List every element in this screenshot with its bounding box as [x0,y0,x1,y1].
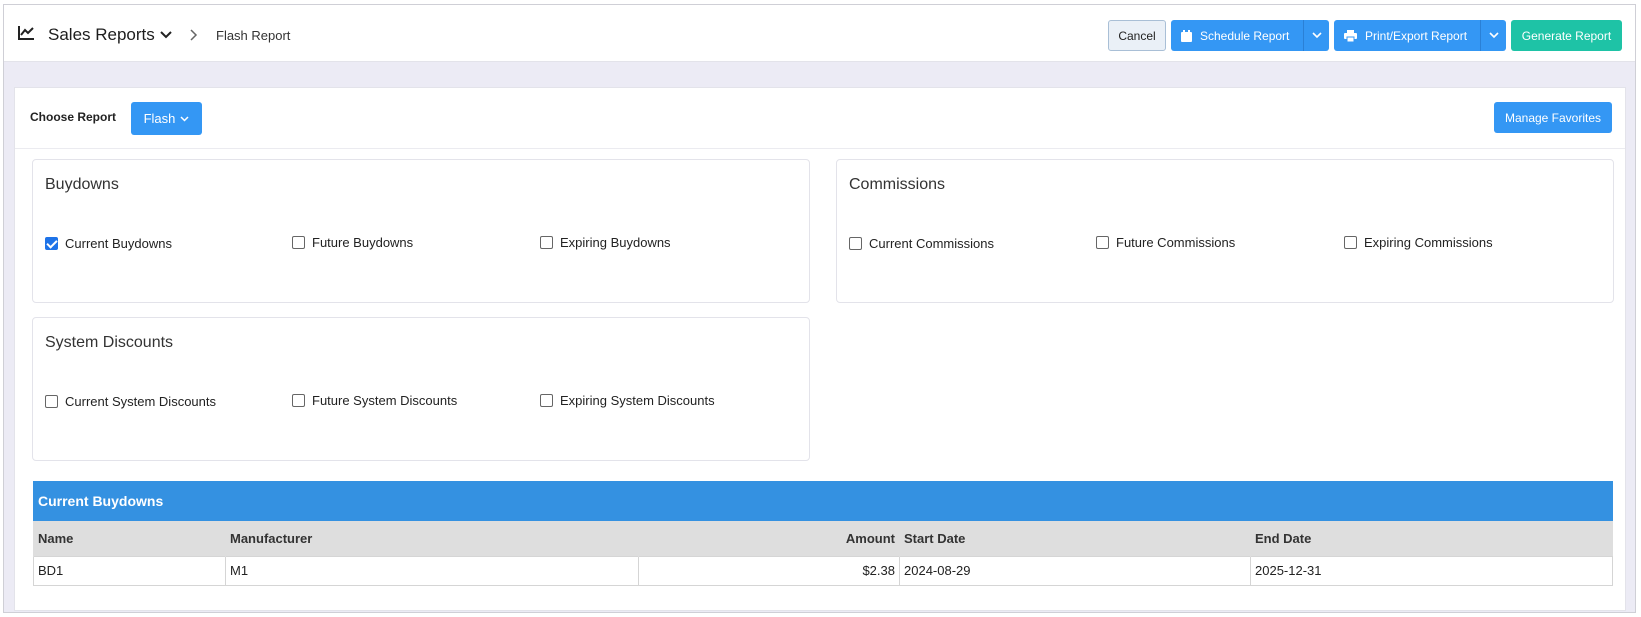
results-title: Current Buydowns [33,481,1613,521]
report-panel: Choose Report Flash Manage Favorites Buy… [14,87,1626,611]
checkbox[interactable] [849,237,862,250]
divider [15,148,1625,149]
cell-start-date: 2024-08-29 [899,555,1251,586]
results-table: Name Manufacturer Amount Start Date End … [33,521,1613,586]
chevron-right-icon [190,29,198,41]
system-discounts-group: System Discounts Current System Discount… [32,317,810,461]
manage-favorites-button[interactable]: Manage Favorites [1494,102,1612,133]
current-system-discounts-option[interactable]: Current System Discounts [45,394,216,409]
option-label: Future System Discounts [312,393,458,408]
checkbox[interactable] [292,394,305,407]
option-label: Expiring Commissions [1364,235,1493,250]
cell-name: BD1 [33,555,226,586]
report-type-value: Flash [143,111,176,126]
option-label: Current System Discounts [65,394,216,409]
generate-report-button[interactable]: Generate Report [1511,20,1622,51]
group-title: Commissions [849,176,946,193]
schedule-report-dropdown[interactable] [1303,20,1329,51]
checkbox[interactable] [45,237,58,250]
commissions-group: Commissions Current Commissions Future C… [836,159,1614,303]
printer-icon [1344,29,1357,42]
print-export-main[interactable]: Print/Export Report [1334,20,1480,51]
column-header-start-date[interactable]: Start Date [899,521,1251,556]
checkbox[interactable] [1096,236,1109,249]
checkbox[interactable] [1344,236,1357,249]
option-label: Expiring Buydowns [560,235,671,250]
checkbox[interactable] [540,236,553,249]
expiring-commissions-option[interactable]: Expiring Commissions [1344,235,1493,250]
buydowns-group: Buydowns Current Buydowns Future Buydown… [32,159,810,303]
print-export-dropdown[interactable] [1480,20,1506,51]
schedule-report-label: Schedule Report [1200,28,1290,43]
checkbox[interactable] [292,236,305,249]
option-label: Future Commissions [1116,235,1236,250]
future-commissions-option[interactable]: Future Commissions [1096,235,1235,250]
option-label: Current Commissions [869,236,994,251]
checkbox[interactable] [540,394,553,407]
group-title: System Discounts [45,334,174,351]
chevron-down-icon [1488,32,1499,39]
cell-amount: $2.38 [638,555,900,586]
cancel-button[interactable]: Cancel [1108,20,1166,51]
section-title[interactable]: Sales Reports [48,25,155,45]
current-commissions-option[interactable]: Current Commissions [849,236,994,251]
print-export-report-button[interactable]: Print/Export Report [1334,20,1506,51]
checkbox[interactable] [45,395,58,408]
calendar-icon [1181,29,1192,42]
cell-manufacturer: M1 [225,555,639,586]
chevron-down-icon [1311,32,1322,39]
schedule-report-main[interactable]: Schedule Report [1171,20,1303,51]
expiring-system-discounts-option[interactable]: Expiring System Discounts [540,393,715,408]
choose-report-label: Choose Report [30,110,117,124]
report-type-dropdown[interactable]: Flash [131,102,202,135]
current-buydowns-option[interactable]: Current Buydowns [45,236,172,251]
table-header-row: Name Manufacturer Amount Start Date End … [33,521,1613,556]
chart-line-icon [18,26,34,40]
column-header-end-date[interactable]: End Date [1250,521,1613,556]
chevron-down-icon[interactable] [160,30,172,40]
future-buydowns-option[interactable]: Future Buydowns [292,235,413,250]
column-header-manufacturer[interactable]: Manufacturer [225,521,639,556]
expiring-buydowns-option[interactable]: Expiring Buydowns [540,235,671,250]
schedule-report-button[interactable]: Schedule Report [1171,20,1329,51]
results-section: Current Buydowns Name Manufacturer Amoun… [33,481,1613,586]
chevron-down-icon [180,115,189,122]
group-title: Buydowns [45,176,119,193]
future-system-discounts-option[interactable]: Future System Discounts [292,393,457,408]
table-row[interactable]: BD1 M1 $2.38 2024-08-29 2025-12-31 [33,555,1613,586]
option-label: Current Buydowns [65,236,172,251]
option-label: Future Buydowns [312,235,414,250]
column-header-amount[interactable]: Amount [638,521,900,556]
cell-end-date: 2025-12-31 [1250,555,1613,586]
print-export-label: Print/Export Report [1365,28,1468,43]
column-header-name[interactable]: Name [33,521,226,556]
breadcrumb-current: Flash Report [216,28,291,43]
option-label: Expiring System Discounts [560,393,715,408]
app-frame: Sales Reports Flash Report Cancel Schedu… [3,4,1636,613]
top-bar: Sales Reports Flash Report Cancel Schedu… [4,5,1635,62]
